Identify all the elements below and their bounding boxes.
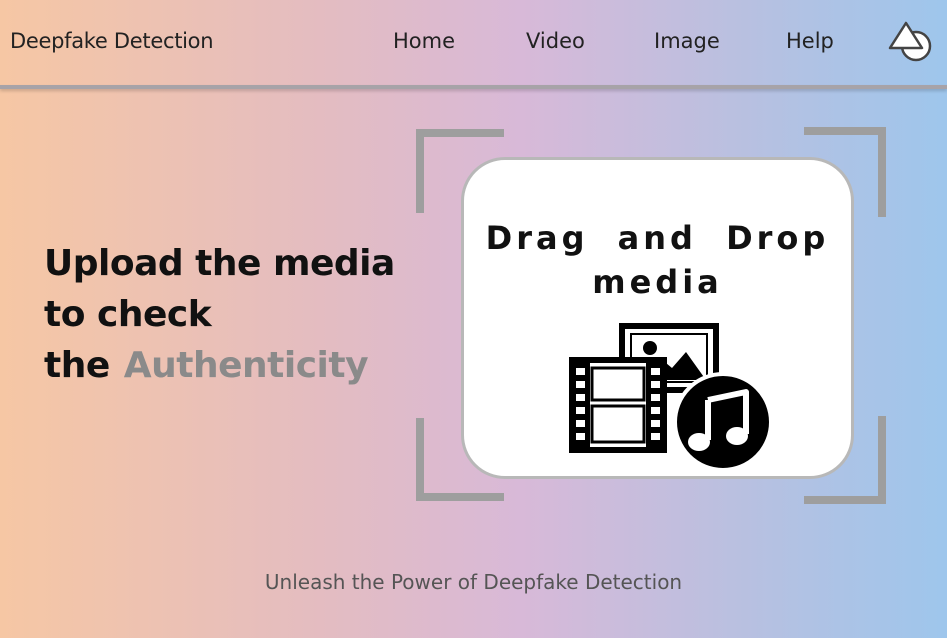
hero-line-3-prefix: the [44,345,110,386]
hero-headline: Upload the media to check the Authenticit… [44,238,395,391]
hero-line-1: Upload the media [44,243,395,284]
footer-tagline: Unleash the Power of Deepfake Detection [264,570,683,594]
nav-link-help[interactable]: Help [786,29,834,53]
brand-title[interactable]: Deepfake Detection [10,29,214,53]
hero-line-2: to check [44,294,212,335]
shapes-logo-icon[interactable] [888,18,936,64]
dropzone-title: Drag and Drop media [464,216,851,304]
nav-link-image[interactable]: Image [654,29,720,53]
media-files-icon [569,323,773,472]
dropzone-title-line-1: Drag and Drop [485,219,830,257]
drag-drop-zone[interactable]: Drag and Drop media [461,157,854,479]
navbar-divider [0,85,947,89]
hero-line-3: the Authenticity [44,340,395,391]
nav-link-home[interactable]: Home [393,29,455,53]
nav-link-video[interactable]: Video [526,29,585,53]
navbar: Deepfake Detection Home Video Image Help [0,0,947,85]
dropzone-title-line-2: media [592,263,723,301]
hero-accent-word: Authenticity [123,345,369,386]
